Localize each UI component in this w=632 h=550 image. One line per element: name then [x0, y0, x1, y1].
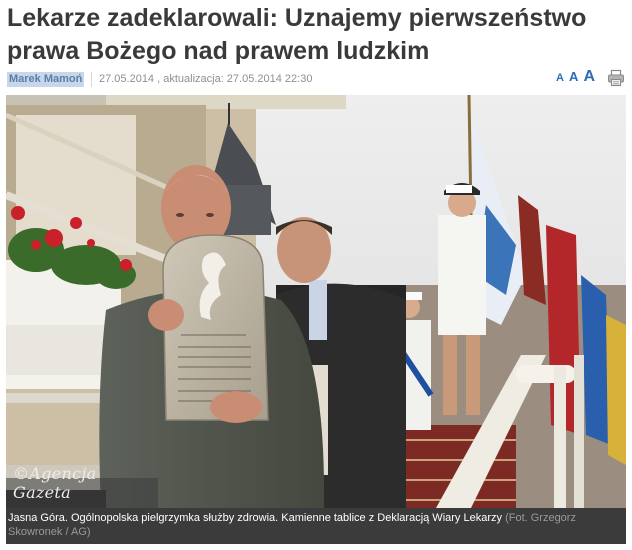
article-title: Lekarze zadeklarowali: Uznajemy pierwsze…: [7, 4, 587, 65]
meta-divider: [91, 72, 92, 87]
author-link[interactable]: Marek Mamoń: [7, 72, 85, 87]
watermark-text: ©Agencja Gazeta: [13, 464, 97, 502]
photo-caption: Jasna Góra. Ogólnopolska pielgrzymka słu…: [6, 508, 626, 544]
caption-text: Jasna Góra. Ogólnopolska pielgrzymka słu…: [8, 512, 502, 524]
font-size-large-button[interactable]: A: [583, 68, 595, 86]
photo-watermark: ©Agencja Gazeta: [6, 464, 158, 508]
font-size-small-button[interactable]: A: [556, 72, 564, 84]
publish-dates: 27.05.2014 , aktualizacja: 27.05.2014 22…: [99, 73, 313, 85]
photo-illustration: [6, 95, 626, 508]
print-icon[interactable]: [607, 69, 625, 87]
article-meta: Marek Mamoń 27.05.2014 , aktualizacja: 2…: [7, 68, 625, 88]
font-size-controls: A A A: [554, 68, 595, 86]
article-photo[interactable]: ©Agencja Gazeta: [6, 95, 626, 508]
font-size-medium-button[interactable]: A: [569, 69, 578, 84]
